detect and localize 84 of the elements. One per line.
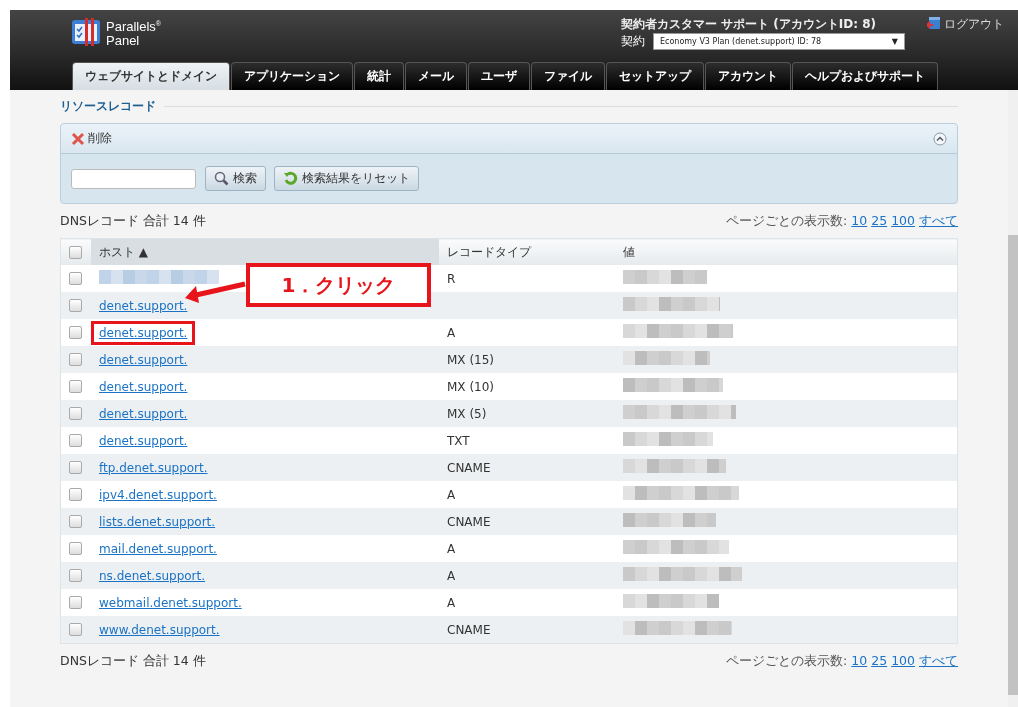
record-type: A bbox=[447, 541, 456, 556]
row-checkbox[interactable] bbox=[69, 596, 82, 609]
column-header[interactable]: ホスト ▲ bbox=[99, 244, 149, 259]
per-page-link[interactable]: 100 bbox=[891, 212, 915, 230]
host-link[interactable]: mail.denet.support. bbox=[99, 541, 217, 556]
record-type: A bbox=[447, 325, 456, 340]
host-link[interactable]: denet.support. bbox=[99, 433, 188, 448]
nav-tab[interactable]: セットアップ bbox=[606, 62, 704, 90]
row-checkbox[interactable] bbox=[69, 569, 82, 582]
row-checkbox[interactable] bbox=[69, 515, 82, 528]
host-link[interactable]: lists.denet.support. bbox=[99, 514, 216, 529]
per-page-link[interactable]: 100 bbox=[891, 652, 915, 670]
reset-icon bbox=[283, 171, 298, 186]
callout-arrow bbox=[185, 281, 246, 303]
record-type: MX (15) bbox=[447, 352, 495, 367]
reset-button[interactable]: 検索結果をリセット bbox=[274, 166, 419, 191]
host-link[interactable]: ftp.denet.support. bbox=[99, 460, 208, 475]
per-page-label: ページごとの表示数: bbox=[726, 212, 848, 230]
logo-text: Parallels$^{®}$ bbox=[106, 18, 162, 34]
per-page-link[interactable]: すべて bbox=[919, 652, 958, 670]
row-checkbox[interactable] bbox=[69, 299, 82, 312]
per-page-link[interactable]: すべて bbox=[919, 212, 958, 230]
host-link[interactable]: denet.support. bbox=[99, 298, 188, 313]
nav-tab[interactable]: ヘルプおよびサポート bbox=[792, 62, 938, 90]
nav-tab[interactable]: メール bbox=[405, 62, 467, 90]
logout-icon bbox=[927, 16, 941, 30]
nav-tab[interactable]: ファイル bbox=[531, 62, 605, 90]
subscription-label: 契約 bbox=[621, 33, 645, 50]
record-type: TXT bbox=[447, 433, 470, 448]
record-count: DNSレコード 合計 14 件 bbox=[60, 652, 206, 670]
section-title: リソースレコード bbox=[60, 97, 156, 115]
delete-button[interactable]: 削除 bbox=[71, 130, 112, 147]
row-checkbox[interactable] bbox=[69, 542, 82, 555]
row-checkbox[interactable] bbox=[69, 434, 82, 447]
per-page-link[interactable]: 10 bbox=[851, 652, 868, 670]
collapse-icon[interactable] bbox=[933, 131, 947, 146]
search-button[interactable]: 検索 bbox=[205, 166, 266, 191]
record-type: MX (10) bbox=[447, 379, 495, 394]
column-header[interactable]: 値 bbox=[623, 244, 635, 259]
row-checkbox[interactable] bbox=[69, 623, 82, 636]
host-link[interactable]: www.denet.support. bbox=[99, 622, 220, 637]
per-page-link[interactable]: 25 bbox=[871, 212, 888, 230]
per-page-label: ページごとの表示数: bbox=[726, 652, 848, 670]
nav-tab[interactable]: 統計 bbox=[354, 62, 404, 90]
row-checkbox[interactable] bbox=[69, 326, 82, 339]
search-icon bbox=[214, 171, 229, 186]
nav-tab[interactable]: ユーザ bbox=[468, 62, 530, 90]
subscription-dropdown[interactable]: Economy V3 Plan (denet.support) ID: 78 ▼ bbox=[653, 33, 905, 50]
account-name: 契約者カスタマー サポート (アカウントID: 8) bbox=[621, 16, 878, 33]
host-link[interactable]: denet.support. bbox=[99, 325, 188, 340]
search-field[interactable] bbox=[71, 168, 196, 189]
logo-text: Panel bbox=[106, 33, 141, 47]
callout-label: 1．クリック bbox=[246, 263, 431, 307]
record-type: MX (5) bbox=[447, 406, 487, 421]
row-checkbox[interactable] bbox=[69, 488, 82, 501]
record-type: CNAME bbox=[447, 622, 491, 637]
nav-tab[interactable]: アプリケーション bbox=[231, 62, 353, 90]
record-type: CNAME bbox=[447, 514, 491, 529]
logout-link[interactable]: ログアウト bbox=[927, 16, 1004, 60]
scrollbar-thumb[interactable] bbox=[1008, 235, 1018, 695]
select-all-checkbox[interactable] bbox=[69, 245, 82, 259]
host-link[interactable]: ipv4.denet.support. bbox=[99, 487, 217, 502]
record-type: A bbox=[447, 595, 456, 610]
row-checkbox[interactable] bbox=[69, 407, 82, 420]
host-link[interactable]: denet.support. bbox=[99, 352, 188, 367]
row-checkbox[interactable] bbox=[69, 272, 82, 285]
host-link[interactable]: denet.support. bbox=[99, 379, 188, 394]
host-link[interactable]: webmail.denet.support. bbox=[99, 595, 242, 610]
logo-icon bbox=[72, 18, 102, 46]
per-page-link[interactable]: 25 bbox=[871, 652, 888, 670]
record-type: A bbox=[447, 487, 456, 502]
row-checkbox[interactable] bbox=[69, 380, 82, 393]
close-icon bbox=[71, 131, 85, 146]
record-type: R bbox=[447, 271, 456, 286]
nav-tab[interactable]: ウェブサイトとドメイン bbox=[72, 62, 230, 90]
host-link[interactable]: ns.denet.support. bbox=[99, 568, 206, 583]
record-count: DNSレコード 合計 14 件 bbox=[60, 212, 206, 230]
row-checkbox[interactable] bbox=[69, 461, 82, 474]
host-link[interactable]: denet.support. bbox=[99, 406, 188, 421]
record-type: CNAME bbox=[447, 460, 491, 475]
row-checkbox[interactable] bbox=[69, 353, 82, 366]
nav-tab[interactable]: アカウント bbox=[705, 62, 791, 90]
per-page-link[interactable]: 10 bbox=[851, 212, 868, 230]
record-type: A bbox=[447, 568, 456, 583]
